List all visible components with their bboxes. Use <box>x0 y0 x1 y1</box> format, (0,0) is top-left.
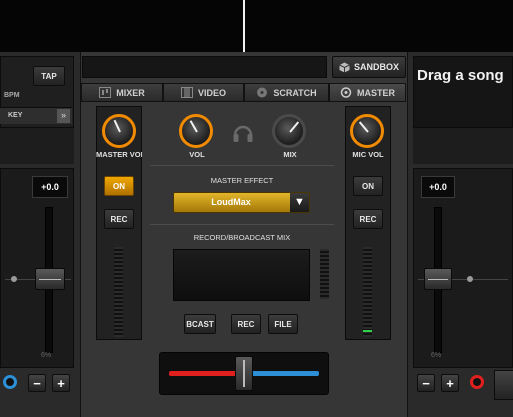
rec-button[interactable]: REC <box>231 314 261 334</box>
right-record-icon[interactable] <box>470 375 484 389</box>
right-deck-dark-band <box>413 128 513 164</box>
tab-video[interactable]: VIDEO <box>163 83 244 102</box>
headphone-vol-knob[interactable] <box>175 112 215 152</box>
mic-vol-label: MIC VOL <box>352 150 384 159</box>
left-pitch-slider-handle[interactable] <box>35 268 65 290</box>
mixer-search-field[interactable] <box>82 56 327 78</box>
key-label: KEY <box>8 112 23 119</box>
file-button[interactable]: FILE <box>268 314 298 334</box>
headphones-icon <box>233 125 253 142</box>
playhead-line <box>243 0 245 52</box>
left-on-button[interactable]: ON <box>104 176 134 196</box>
tab-video-label: VIDEO <box>197 87 226 98</box>
right-pitch-range: 6% <box>431 352 442 359</box>
record-waveform-display <box>173 249 310 301</box>
right-pitch-value: +0.0 <box>421 176 455 198</box>
right-rec-button[interactable]: REC <box>353 209 383 229</box>
crossfader-track-left <box>169 371 238 376</box>
triangle-down-icon[interactable]: ▼ <box>290 193 309 212</box>
right-level-meter <box>363 247 372 337</box>
right-pitch-slider-handle[interactable] <box>424 268 452 290</box>
tap-button[interactable]: TAP <box>33 66 65 86</box>
left-sync-icon[interactable] <box>3 375 17 389</box>
double-chevron-down-icon: » <box>57 109 70 123</box>
crossfader-handle[interactable] <box>235 356 253 391</box>
left-level-meter <box>114 247 123 337</box>
crossfader-track-right <box>250 371 319 376</box>
mix-label: MIX <box>283 150 297 159</box>
target-icon <box>340 87 352 98</box>
master-effect-value: LoudMax <box>211 197 251 207</box>
right-deck-corner-button[interactable] <box>494 370 513 400</box>
track-overview-strip[interactable] <box>0 0 513 52</box>
record-level-meter <box>320 249 329 299</box>
bcast-button[interactable]: BCAST <box>184 314 216 334</box>
film-icon <box>180 87 193 98</box>
tab-master[interactable]: MASTER <box>329 83 406 102</box>
right-on-button[interactable]: ON <box>353 176 383 196</box>
left-pitch-range: 6% <box>41 352 52 359</box>
left-pitch-dot <box>11 276 17 282</box>
tab-master-label: MASTER <box>357 87 395 98</box>
separator <box>150 165 334 166</box>
mixer-icon <box>99 87 112 98</box>
record-broadcast-title: RECORD/BROADCAST MIX <box>193 233 291 242</box>
cube-icon <box>339 62 350 72</box>
right-level-indicator <box>363 330 372 332</box>
master-vol-knob[interactable] <box>98 112 138 152</box>
left-pitch-minus-button[interactable]: − <box>28 374 46 392</box>
vol-label: VOL <box>189 150 205 159</box>
master-vol-label: MASTER VOL <box>96 150 142 159</box>
key-selector[interactable]: KEY » <box>0 107 72 124</box>
tab-mixer[interactable]: MIXER <box>81 83 163 102</box>
left-deck-dark-band <box>0 128 74 164</box>
left-pitch-plus-button[interactable]: + <box>52 374 70 392</box>
sandbox-button[interactable]: SANDBOX <box>332 56 406 78</box>
master-effect-title: MASTER EFFECT <box>210 176 274 185</box>
headphone-mix-knob[interactable] <box>268 112 308 152</box>
tab-scratch-label: SCRATCH <box>273 87 317 98</box>
tab-scratch[interactable]: SCRATCH <box>244 83 329 102</box>
sandbox-label: SANDBOX <box>353 62 399 72</box>
drop-song-prompt: Drag a song <box>417 67 504 84</box>
right-pitch-dot <box>467 276 473 282</box>
left-rec-button[interactable]: REC <box>104 209 134 229</box>
tab-mixer-label: MIXER <box>116 87 145 98</box>
right-pitch-minus-button[interactable]: − <box>417 374 435 392</box>
right-pitch-plus-button[interactable]: + <box>441 374 459 392</box>
left-pitch-value: +0.0 <box>32 176 68 198</box>
bpm-label: BPM <box>4 92 20 99</box>
vinyl-icon <box>257 87 268 98</box>
mic-vol-knob[interactable] <box>346 112 386 152</box>
master-effect-select[interactable]: LoudMax ▼ <box>173 192 310 213</box>
separator <box>150 224 334 225</box>
